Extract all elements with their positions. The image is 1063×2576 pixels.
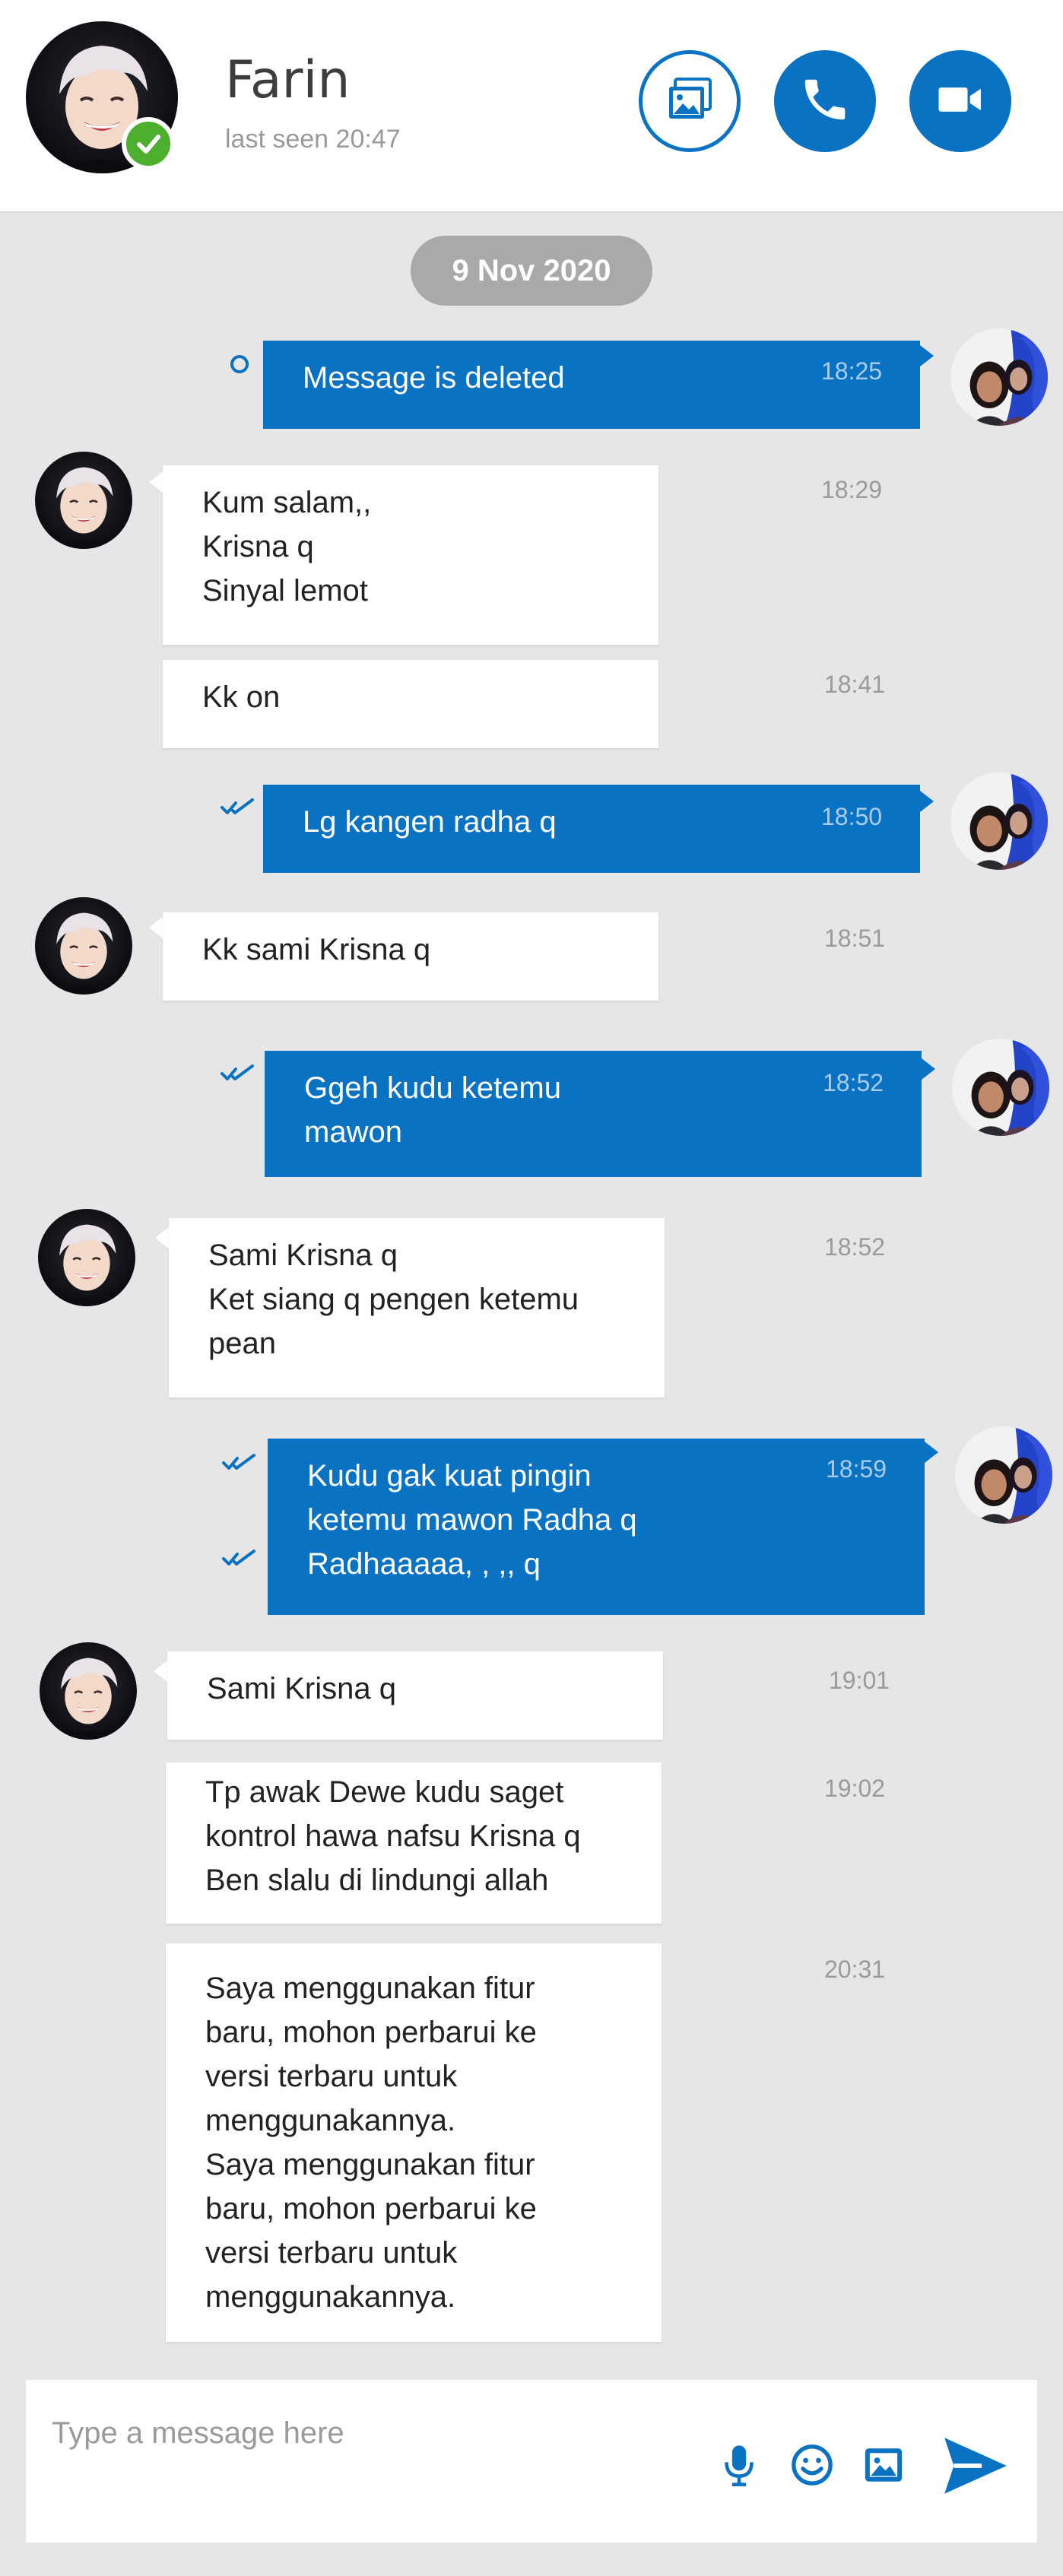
contact-message-avatar[interactable] xyxy=(35,452,132,549)
message-text: versi terbaru untuk xyxy=(205,2060,458,2093)
message-bubble-incoming[interactable]: Kk on xyxy=(163,660,658,748)
message-text: Ben slalu di lindungi allah xyxy=(205,1864,549,1897)
message-text: Sinyal lemot xyxy=(202,574,368,608)
online-check-icon xyxy=(122,117,175,170)
message-bubble-incoming[interactable]: Tp awak Dewe kudu saget kontrol hawa naf… xyxy=(166,1762,662,1924)
bubble-tail xyxy=(149,917,163,938)
message-text: Lg kangen radha q xyxy=(303,805,557,839)
read-ticks-icon xyxy=(222,1452,255,1472)
message-text: Kk sami Krisna q xyxy=(202,933,431,966)
message-time: 18:52 xyxy=(824,1233,886,1261)
message-text: pean xyxy=(208,1327,276,1360)
message-bubble-incoming[interactable]: Sami Krisna q Ket siang q pengen ketemu … xyxy=(169,1218,665,1397)
message-text: baru, mohon perbarui ke xyxy=(205,2016,537,2049)
chat-header: Farin last seen 20:47 xyxy=(0,0,1063,213)
read-ticks-icon xyxy=(221,1063,254,1083)
message-text: Krisna q xyxy=(202,530,314,563)
message-time: 18:51 xyxy=(824,925,886,952)
voice-call-button[interactable] xyxy=(774,50,876,152)
message-text: Kk on xyxy=(202,680,281,714)
send-icon[interactable] xyxy=(934,2424,1017,2508)
message-text: Saya menggunakan fitur xyxy=(205,1972,535,2005)
message-text: Tp awak Dewe kudu saget xyxy=(205,1775,564,1809)
bubble-tail xyxy=(920,791,934,812)
message-text: menggunakannya. xyxy=(205,2280,456,2314)
message-bubble-incoming[interactable]: Kum salam,, Krisna q Sinyal lemot xyxy=(163,465,658,645)
message-text: mawon xyxy=(304,1115,402,1149)
message-text: Radhaaaaa, , ,, q xyxy=(307,1547,541,1581)
video-call-button[interactable] xyxy=(909,50,1011,152)
message-time: 18:59 xyxy=(826,1455,887,1483)
image-icon[interactable] xyxy=(859,2441,908,2489)
message-time: 18:29 xyxy=(821,476,883,503)
my-avatar[interactable] xyxy=(950,328,1048,426)
message-text: Kudu gak kuat pingin xyxy=(307,1459,592,1493)
gallery-icon xyxy=(663,73,716,130)
my-avatar[interactable] xyxy=(950,772,1048,870)
message-time: 18:25 xyxy=(821,357,883,385)
message-bubble-incoming[interactable]: Kk sami Krisna q xyxy=(163,912,658,1001)
pending-status-icon xyxy=(228,353,251,376)
phone-icon xyxy=(798,73,852,130)
bubble-tail xyxy=(925,1442,938,1463)
message-text: Sami Krisna q xyxy=(207,1672,396,1705)
message-text: Message is deleted xyxy=(303,361,565,395)
message-time: 20:31 xyxy=(824,1956,886,1983)
message-input[interactable] xyxy=(52,2410,660,2456)
my-avatar[interactable] xyxy=(952,1039,1049,1136)
message-composer xyxy=(26,2380,1037,2543)
message-time: 19:02 xyxy=(824,1775,886,1802)
message-text: Ggeh kudu ketemu xyxy=(304,1071,561,1105)
message-time: 18:50 xyxy=(821,803,883,830)
message-text: versi terbaru untuk xyxy=(205,2236,458,2270)
contact-message-avatar[interactable] xyxy=(40,1642,137,1740)
bubble-tail xyxy=(155,1227,169,1248)
video-camera-icon xyxy=(931,71,989,132)
bubble-tail xyxy=(920,345,934,366)
read-ticks-icon xyxy=(222,1548,255,1568)
read-ticks-icon xyxy=(221,797,254,817)
microphone-icon[interactable] xyxy=(718,2441,760,2489)
message-text: Kum salam,, xyxy=(202,486,372,519)
contact-message-avatar[interactable] xyxy=(38,1209,135,1306)
message-text: Sami Krisna q xyxy=(208,1239,398,1272)
message-text: Ket siang q pengen ketemu xyxy=(208,1283,579,1316)
message-text: kontrol hawa nafsu Krisna q xyxy=(205,1819,581,1853)
message-text: Saya menggunakan fitur xyxy=(205,2148,535,2181)
last-seen-status: last seen 20:47 xyxy=(225,125,401,154)
contact-name: Farin xyxy=(225,50,351,110)
message-text: ketemu mawon Radha q xyxy=(307,1503,637,1537)
message-text: baru, mohon perbarui ke xyxy=(205,2192,537,2225)
message-text: menggunakannya. xyxy=(205,2104,456,2137)
contact-message-avatar[interactable] xyxy=(35,897,132,995)
message-time: 18:41 xyxy=(824,671,886,698)
gallery-button[interactable] xyxy=(639,50,741,152)
message-time: 19:01 xyxy=(829,1667,890,1694)
emoji-icon[interactable] xyxy=(789,2442,835,2488)
bubble-tail xyxy=(154,1661,167,1682)
message-bubble-incoming[interactable]: Saya menggunakan fitur baru, mohon perba… xyxy=(166,1943,662,2342)
bubble-tail xyxy=(149,471,163,493)
message-time: 18:52 xyxy=(823,1069,884,1096)
message-bubble-incoming[interactable]: Sami Krisna q xyxy=(167,1651,663,1740)
my-avatar[interactable] xyxy=(955,1426,1052,1524)
date-separator: 9 Nov 2020 xyxy=(411,236,652,306)
bubble-tail xyxy=(922,1058,935,1080)
